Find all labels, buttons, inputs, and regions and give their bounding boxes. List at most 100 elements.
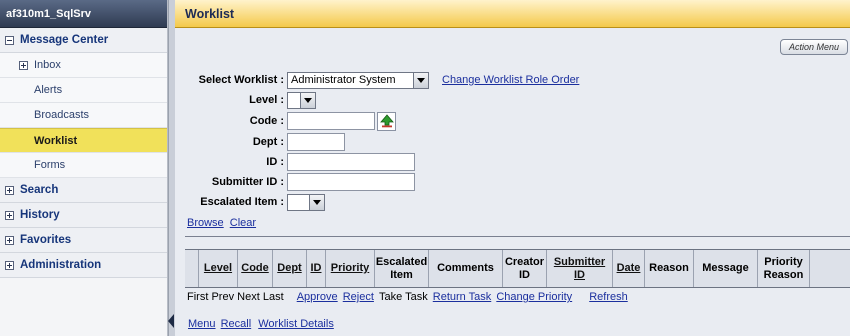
- column-submitter-id-label: Submitter ID: [553, 255, 606, 281]
- dept-input[interactable]: [287, 133, 345, 151]
- change-priority-link[interactable]: Change Priority: [496, 291, 572, 303]
- take-task-action: Take Task: [378, 291, 428, 303]
- nav-administration[interactable]: Administration: [0, 253, 167, 278]
- nav-search[interactable]: Search: [0, 178, 167, 203]
- nav-forms[interactable]: Forms: [0, 153, 167, 178]
- submitter-id-row: Submitter ID :: [175, 172, 415, 192]
- pager-first: First: [187, 291, 209, 303]
- action-menu-button[interactable]: Action Menu: [779, 39, 848, 55]
- nav-search-label: Search: [20, 183, 59, 196]
- column-level-label: Level: [203, 262, 233, 274]
- server-name: af310m1_SqlSrv: [0, 0, 167, 28]
- column-date-label: Date: [616, 262, 641, 274]
- expand-icon[interactable]: [5, 260, 14, 270]
- column-submitter-id[interactable]: Submitter ID: [547, 250, 613, 287]
- submitter-id-input[interactable]: [287, 173, 415, 191]
- expand-icon[interactable]: [5, 210, 14, 220]
- nav-inbox-label: Inbox: [34, 58, 61, 71]
- dropdown-arrow-icon[interactable]: [300, 92, 315, 108]
- nav-worklist[interactable]: Worklist: [0, 128, 167, 153]
- expand-icon[interactable]: [5, 235, 14, 245]
- id-label: ID :: [266, 156, 284, 168]
- column-dept-label: Dept: [277, 262, 302, 274]
- search-links: Browse Clear: [187, 217, 256, 229]
- code-input[interactable]: [287, 112, 375, 130]
- escalated-item-label: Escalated Item :: [200, 196, 284, 208]
- column-escalated-item: Escalated Item: [375, 250, 429, 287]
- nav-favorites[interactable]: Favorites: [0, 228, 167, 253]
- level-label: Level :: [249, 94, 284, 106]
- return-task-link[interactable]: Return Task: [433, 291, 492, 303]
- level-dropdown[interactable]: [287, 91, 316, 109]
- column-id[interactable]: ID: [307, 250, 326, 287]
- divider: [185, 236, 850, 237]
- nav-alerts[interactable]: Alerts: [0, 78, 167, 103]
- id-row: ID :: [175, 152, 415, 172]
- nav-inbox[interactable]: Inbox: [0, 53, 167, 78]
- column-date[interactable]: Date: [613, 250, 645, 287]
- dropdown-arrow-icon[interactable]: [309, 194, 324, 210]
- column-code-label: Code: [241, 262, 269, 274]
- column-priority[interactable]: Priority: [326, 250, 375, 287]
- recall-link[interactable]: Recall: [221, 318, 252, 330]
- refresh-link[interactable]: Refresh: [589, 291, 628, 303]
- menu-link[interactable]: Menu: [188, 318, 216, 330]
- footer-links: Menu Recall Worklist Details: [188, 318, 334, 330]
- nav-favorites-label: Favorites: [20, 233, 72, 246]
- column-priority-label: Priority: [330, 262, 370, 274]
- escalated-item-row: Escalated Item :: [175, 192, 325, 212]
- nav-history-label: History: [20, 208, 60, 221]
- level-value: [288, 93, 300, 108]
- select-worklist-value: Administrator System: [291, 73, 396, 86]
- change-worklist-role-order-link[interactable]: Change Worklist Role Order: [442, 74, 579, 86]
- column-code[interactable]: Code: [238, 250, 273, 287]
- collapse-sidebar-icon[interactable]: [168, 314, 174, 328]
- column-dept[interactable]: Dept: [273, 250, 307, 287]
- column-creator-id: Creator ID: [503, 250, 547, 287]
- dept-label: Dept :: [252, 136, 284, 148]
- reject-link[interactable]: Reject: [343, 291, 374, 303]
- sidebar-splitter[interactable]: [168, 0, 175, 336]
- browse-link[interactable]: Browse: [187, 217, 224, 229]
- approve-link[interactable]: Approve: [297, 291, 338, 303]
- column-reason: Reason: [645, 250, 694, 287]
- column-message: Message: [694, 250, 758, 287]
- escalated-item-value: [288, 195, 309, 210]
- clear-link[interactable]: Clear: [230, 217, 256, 229]
- nav-message-center-label: Message Center: [20, 33, 109, 46]
- column-id-label: ID: [310, 262, 322, 274]
- code-lookup-button[interactable]: [377, 111, 396, 131]
- select-worklist-row: Select Worklist : Administrator System C…: [175, 70, 579, 90]
- nav-administration-label: Administration: [20, 258, 102, 271]
- navigation-sidebar: af310m1_SqlSrv Message Center Inbox Aler…: [0, 0, 168, 336]
- expand-icon[interactable]: [5, 185, 14, 195]
- nav-message-center[interactable]: Message Center: [0, 28, 167, 53]
- select-worklist-label: Select Worklist :: [198, 74, 284, 86]
- expand-icon[interactable]: [19, 60, 28, 70]
- dept-row: Dept :: [175, 132, 345, 152]
- id-input[interactable]: [287, 153, 415, 171]
- dropdown-arrow-icon[interactable]: [413, 72, 428, 88]
- worklist-details-link[interactable]: Worklist Details: [258, 318, 334, 330]
- grid-toolbar: First Prev Next Last Approve Reject Take…: [187, 291, 628, 303]
- pager-next: Next: [237, 291, 260, 303]
- select-worklist-dropdown[interactable]: Administrator System: [287, 71, 429, 89]
- collapse-icon[interactable]: [5, 35, 14, 45]
- level-row: Level :: [175, 90, 316, 110]
- column-level[interactable]: Level: [199, 250, 238, 287]
- grid-select-column: [185, 250, 199, 287]
- code-label: Code :: [249, 115, 284, 127]
- column-comments: Comments: [429, 250, 503, 287]
- submitter-id-label: Submitter ID :: [211, 176, 284, 188]
- column-priority-reason: Priority Reason: [758, 250, 810, 287]
- lookup-arrow-icon: [379, 114, 394, 128]
- nav-broadcasts[interactable]: Broadcasts: [0, 103, 167, 128]
- worklist-grid-header: Level Code Dept ID Priority Escalated It…: [185, 249, 850, 288]
- main-panel: Worklist Action Menu Select Worklist : A…: [175, 0, 850, 336]
- nav-history[interactable]: History: [0, 203, 167, 228]
- page-title: Worklist: [175, 0, 850, 28]
- pager-last: Last: [262, 291, 284, 303]
- escalated-item-dropdown[interactable]: [287, 193, 325, 211]
- pager-prev: Prev: [211, 291, 235, 303]
- code-row: Code :: [175, 111, 396, 131]
